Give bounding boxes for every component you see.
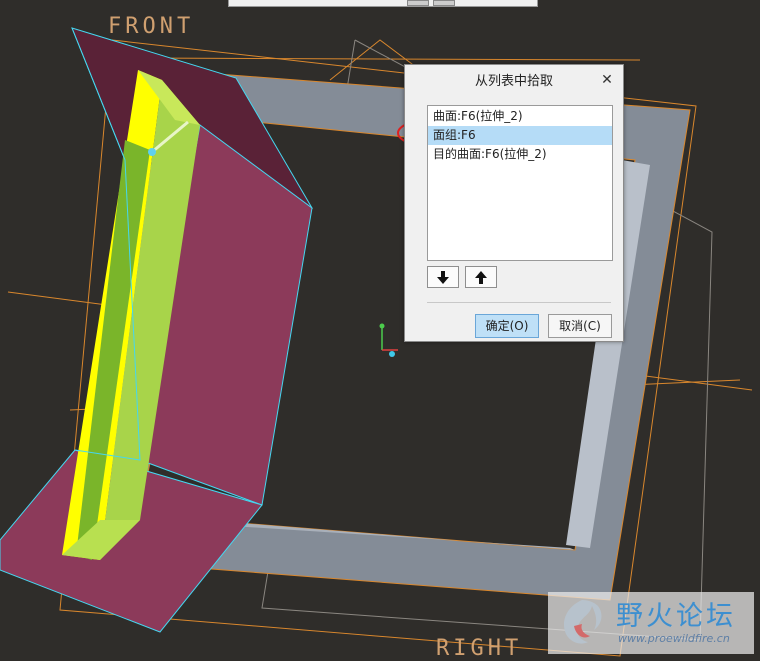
toolbar-button[interactable] — [433, 0, 455, 6]
datum-label-front: FRONT — [108, 14, 195, 39]
ok-button[interactable]: 确定(O) — [475, 314, 539, 338]
datum-label-right: RIGHT — [436, 636, 523, 661]
pick-listbox[interactable]: 曲面:F6(拉伸_2) 面组:F6 目的曲面:F6(拉伸_2) — [427, 105, 613, 261]
toolbar-strip — [228, 0, 538, 7]
list-item[interactable]: 曲面:F6(拉伸_2) — [428, 107, 612, 126]
flame-logo-icon — [563, 600, 602, 644]
arrow-down-icon — [437, 270, 449, 284]
toolbar-button[interactable] — [407, 0, 429, 6]
list-item[interactable]: 面组:F6 — [428, 126, 612, 145]
close-icon[interactable]: ✕ — [599, 72, 615, 88]
list-item[interactable]: 目的曲面:F6(拉伸_2) — [428, 145, 612, 164]
divider — [427, 302, 611, 303]
watermark-url: www.proewildfire.cn — [618, 632, 730, 645]
3d-viewport[interactable] — [0, 0, 760, 659]
pick-from-list-dialog: 从列表中拾取 ✕ 曲面:F6(拉伸_2) 面组:F6 目的曲面:F6(拉伸_2)… — [404, 64, 624, 342]
arrow-up-icon — [475, 270, 487, 284]
forum-watermark: 野火论坛 www.proewildfire.cn — [548, 592, 754, 654]
move-down-button[interactable] — [427, 266, 459, 288]
watermark-title: 野火论坛 — [616, 601, 736, 632]
dialog-title: 从列表中拾取 — [474, 74, 553, 89]
cancel-button[interactable]: 取消(C) — [548, 314, 612, 338]
move-up-button[interactable] — [465, 266, 497, 288]
